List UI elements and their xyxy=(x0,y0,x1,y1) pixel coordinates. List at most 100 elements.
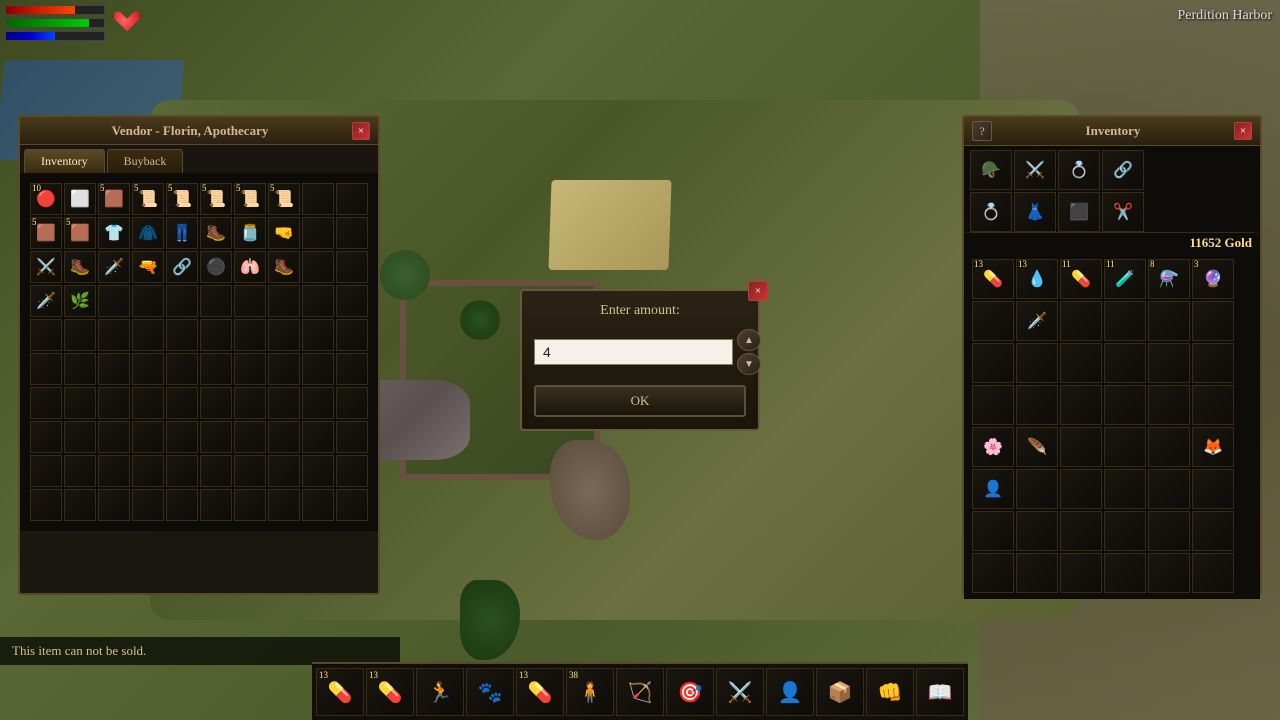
player-slot-20[interactable] xyxy=(1060,385,1102,425)
vendor-slot-54[interactable] xyxy=(166,353,198,385)
player-slot-44[interactable] xyxy=(1060,553,1102,593)
vendor-slot-95[interactable] xyxy=(200,489,232,521)
player-slot-39[interactable] xyxy=(1104,511,1146,551)
vendor-slot-49[interactable] xyxy=(336,319,368,351)
vendor-slot-7[interactable]: 5📜 xyxy=(268,183,300,215)
player-slot-41[interactable] xyxy=(1192,511,1234,551)
hotbar-slot-4[interactable]: 13💊 xyxy=(516,668,564,716)
vendor-slot-48[interactable] xyxy=(302,319,334,351)
vendor-slot-10[interactable]: 5🟫 xyxy=(30,217,62,249)
player-slot-17[interactable] xyxy=(1192,343,1234,383)
vendor-slot-14[interactable]: 👖 xyxy=(166,217,198,249)
hotbar-slot-9[interactable]: 👤 xyxy=(766,668,814,716)
vendor-slot-36[interactable] xyxy=(234,285,266,317)
player-slot-21[interactable] xyxy=(1104,385,1146,425)
vendor-slot-65[interactable] xyxy=(200,387,232,419)
vendor-slot-33[interactable] xyxy=(132,285,164,317)
tab-inventory[interactable]: Inventory xyxy=(24,149,105,173)
vendor-slot-84[interactable] xyxy=(166,455,198,487)
vendor-slot-11[interactable]: 5🟫 xyxy=(64,217,96,249)
vendor-slot-90[interactable] xyxy=(30,489,62,521)
dialog-close-button[interactable]: × xyxy=(748,281,768,301)
player-slot-46[interactable] xyxy=(1148,553,1190,593)
vendor-slot-79[interactable] xyxy=(336,421,368,453)
player-slot-13[interactable] xyxy=(1016,343,1058,383)
player-slot-1[interactable]: 13💧 xyxy=(1016,259,1058,299)
vendor-slot-46[interactable] xyxy=(234,319,266,351)
equip-slot-0[interactable]: 🪖 xyxy=(970,150,1012,190)
player-slot-10[interactable] xyxy=(1148,301,1190,341)
vendor-slot-77[interactable] xyxy=(268,421,300,453)
vendor-slot-0[interactable]: 10🔴 xyxy=(30,183,62,215)
vendor-slot-27[interactable]: 🥾 xyxy=(268,251,300,283)
vendor-slot-35[interactable] xyxy=(200,285,232,317)
vendor-slot-28[interactable] xyxy=(302,251,334,283)
vendor-slot-32[interactable] xyxy=(98,285,130,317)
hotbar-slot-2[interactable]: 🏃 xyxy=(416,668,464,716)
vendor-slot-74[interactable] xyxy=(166,421,198,453)
vendor-slot-85[interactable] xyxy=(200,455,232,487)
vendor-slot-69[interactable] xyxy=(336,387,368,419)
vendor-slot-61[interactable] xyxy=(64,387,96,419)
vendor-slot-81[interactable] xyxy=(64,455,96,487)
vendor-slot-17[interactable]: 🤜 xyxy=(268,217,300,249)
vendor-slot-67[interactable] xyxy=(268,387,300,419)
player-slot-12[interactable] xyxy=(972,343,1014,383)
vendor-slot-47[interactable] xyxy=(268,319,300,351)
vendor-slot-16[interactable]: 🫙 xyxy=(234,217,266,249)
spinner-down-button[interactable]: ▼ xyxy=(737,353,761,375)
vendor-slot-63[interactable] xyxy=(132,387,164,419)
player-slot-35[interactable] xyxy=(1192,469,1234,509)
vendor-slot-45[interactable] xyxy=(200,319,232,351)
vendor-slot-18[interactable] xyxy=(302,217,334,249)
player-slot-25[interactable]: 🪶 xyxy=(1016,427,1058,467)
player-slot-42[interactable] xyxy=(972,553,1014,593)
vendor-slot-38[interactable] xyxy=(302,285,334,317)
vendor-close-button[interactable]: × xyxy=(352,122,370,140)
player-slot-31[interactable] xyxy=(1016,469,1058,509)
equip-slot-5[interactable]: 👗 xyxy=(1014,192,1056,232)
vendor-slot-55[interactable] xyxy=(200,353,232,385)
vendor-slot-91[interactable] xyxy=(64,489,96,521)
vendor-slot-78[interactable] xyxy=(302,421,334,453)
vendor-slot-31[interactable]: 🌿 xyxy=(64,285,96,317)
hotbar-slot-5[interactable]: 38🧍 xyxy=(566,668,614,716)
vendor-slot-12[interactable]: 👕 xyxy=(98,217,130,249)
hotbar-slot-12[interactable]: 📖 xyxy=(916,668,964,716)
player-slot-32[interactable] xyxy=(1060,469,1102,509)
vendor-slot-68[interactable] xyxy=(302,387,334,419)
vendor-slot-60[interactable] xyxy=(30,387,62,419)
player-slot-2[interactable]: 11💊 xyxy=(1060,259,1102,299)
vendor-slot-58[interactable] xyxy=(302,353,334,385)
vendor-slot-41[interactable] xyxy=(64,319,96,351)
vendor-slot-44[interactable] xyxy=(166,319,198,351)
vendor-slot-5[interactable]: 5📜 xyxy=(200,183,232,215)
vendor-slot-57[interactable] xyxy=(268,353,300,385)
vendor-slot-73[interactable] xyxy=(132,421,164,453)
vendor-slot-24[interactable]: 🔗 xyxy=(166,251,198,283)
player-close-button[interactable]: × xyxy=(1234,122,1252,140)
player-slot-15[interactable] xyxy=(1104,343,1146,383)
equip-slot-7[interactable]: ✂️ xyxy=(1102,192,1144,232)
hotbar-slot-10[interactable]: 📦 xyxy=(816,668,864,716)
player-slot-26[interactable] xyxy=(1060,427,1102,467)
vendor-slot-15[interactable]: 🥾 xyxy=(200,217,232,249)
player-slot-19[interactable] xyxy=(1016,385,1058,425)
player-slot-24[interactable]: 🌸 xyxy=(972,427,1014,467)
equip-slot-3[interactable]: 🔗 xyxy=(1102,150,1144,190)
vendor-slot-30[interactable]: 🗡️ xyxy=(30,285,62,317)
vendor-slot-22[interactable]: 🗡️ xyxy=(98,251,130,283)
player-slot-45[interactable] xyxy=(1104,553,1146,593)
player-slot-4[interactable]: 8⚗️ xyxy=(1148,259,1190,299)
vendor-slot-92[interactable] xyxy=(98,489,130,521)
vendor-slot-6[interactable]: 5📜 xyxy=(234,183,266,215)
player-slot-11[interactable] xyxy=(1192,301,1234,341)
vendor-slot-98[interactable] xyxy=(302,489,334,521)
vendor-slot-62[interactable] xyxy=(98,387,130,419)
vendor-slot-51[interactable] xyxy=(64,353,96,385)
vendor-slot-23[interactable]: 🔫 xyxy=(132,251,164,283)
vendor-slot-21[interactable]: 🥾 xyxy=(64,251,96,283)
player-slot-28[interactable] xyxy=(1148,427,1190,467)
help-button[interactable]: ? xyxy=(972,121,992,141)
vendor-slot-37[interactable] xyxy=(268,285,300,317)
